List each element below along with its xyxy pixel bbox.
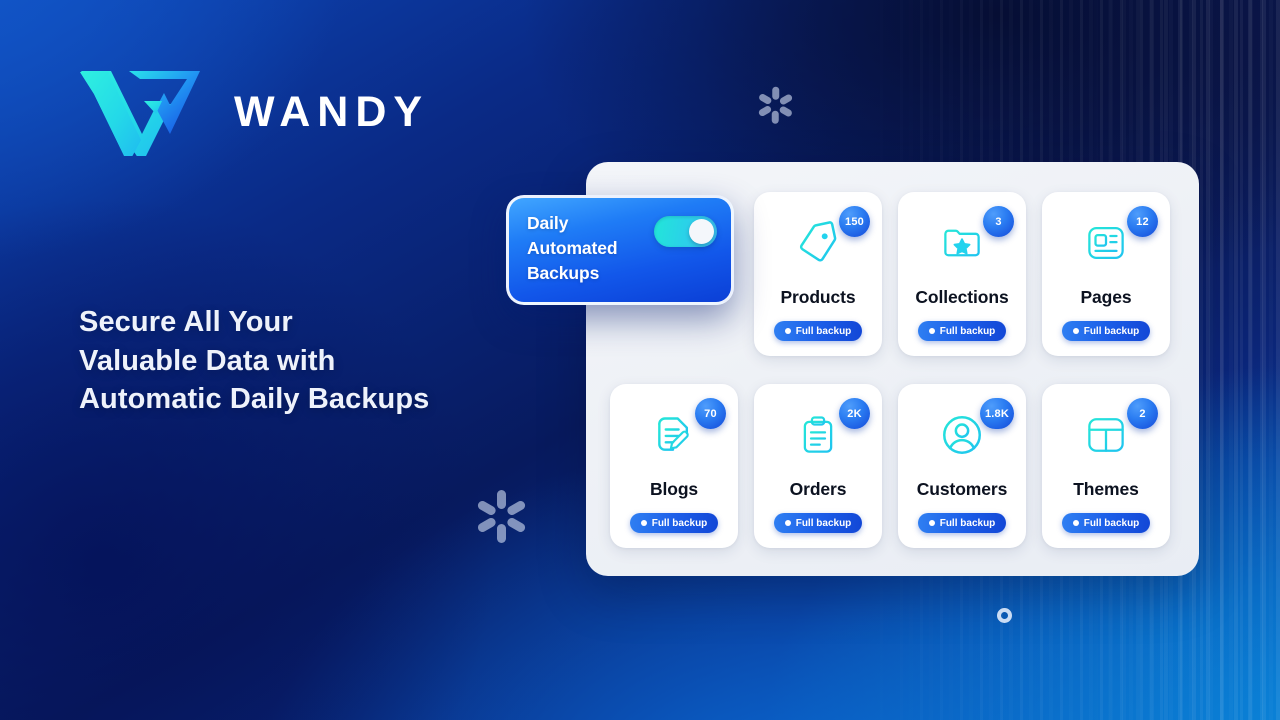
entity-card-grid-row-2: 70 Blogs Full backup 2K Orders Full backup 1.8… (610, 384, 1174, 548)
status-dot-icon (784, 328, 791, 334)
status-dot-icon (1072, 328, 1079, 334)
sparkle-ray (778, 92, 793, 106)
wandy-w-logo-icon (80, 71, 200, 156)
brand-name: WANDY (234, 87, 430, 136)
folder-star-icon (939, 222, 985, 264)
count-badge: 2K (839, 398, 870, 429)
tag-icon (795, 220, 841, 266)
sparkle-ray (757, 92, 772, 106)
status-label: Full backup (795, 325, 852, 337)
headline-line-1: Secure All Your (79, 306, 293, 338)
status-badge: Full backup (917, 321, 1007, 341)
status-badge: Full backup (1061, 513, 1151, 533)
toggle-card-label: Daily Automated Backups (527, 211, 618, 286)
card-title: Customers (916, 479, 1008, 499)
status-label: Full backup (939, 517, 996, 529)
sparkle-ray (505, 498, 527, 517)
status-dot-icon (784, 520, 791, 526)
sparkle-icon-large (470, 485, 532, 547)
card-icon-wrap: 2 (1074, 398, 1158, 466)
card-title: Orders (789, 479, 847, 499)
sparkle-ray (475, 498, 497, 517)
sparkle-ray (771, 86, 779, 100)
card-title: Blogs (649, 479, 699, 499)
toggle-label-line-3: Backups (527, 263, 600, 283)
status-dot-icon (1072, 520, 1079, 526)
status-dot-icon (928, 520, 935, 526)
toggle-knob (689, 219, 714, 244)
card-icon-wrap: 2K (786, 398, 870, 466)
card-title: Collections (915, 287, 1009, 307)
sparkle-ray (496, 489, 506, 509)
status-label: Full backup (1083, 517, 1140, 529)
card-icon-wrap: 70 (642, 398, 726, 466)
entity-card-blogs[interactable]: 70 Blogs Full backup (610, 384, 738, 548)
entity-card-collections[interactable]: 3 Collections Full backup (898, 192, 1026, 356)
clipboard-icon (797, 413, 839, 457)
toggle-label-line-1: Daily (527, 213, 569, 233)
headline-line-2: Valuable Data with (79, 344, 336, 377)
status-label: Full backup (1083, 325, 1140, 337)
sparkle-ray (475, 515, 497, 534)
count-badge: 150 (839, 206, 870, 237)
status-label: Full backup (795, 517, 852, 529)
count-badge: 70 (695, 398, 726, 429)
entity-card-products[interactable]: 150 Products Full backup (754, 192, 882, 356)
brand-logo: WANDY (78, 68, 429, 156)
entity-card-customers[interactable]: 1.8K Customers Full backup (898, 384, 1026, 548)
status-badge: Full backup (773, 321, 863, 341)
card-title: Pages (1080, 287, 1132, 307)
headline: Secure All Your Valuable Data with Autom… (79, 303, 559, 419)
count-badge: 1.8K (979, 398, 1014, 429)
status-dot-icon (928, 328, 935, 334)
toggle-label-line-2: Automated (527, 238, 618, 258)
status-label: Full backup (939, 325, 996, 337)
user-circle-icon (939, 412, 985, 458)
sparkle-ray (496, 523, 506, 543)
card-icon-wrap: 12 (1074, 206, 1158, 274)
sparkle-ray (505, 515, 527, 534)
status-badge: Full backup (917, 513, 1007, 533)
sparkle-ray (771, 110, 779, 124)
layout-grid-icon (1084, 414, 1128, 456)
entity-card-themes[interactable]: 2 Themes Full backup (1042, 384, 1170, 548)
count-badge: 12 (1127, 206, 1158, 237)
entity-card-pages[interactable]: 12 Pages Full backup (1042, 192, 1170, 356)
document-pencil-icon (651, 413, 697, 457)
status-label: Full backup (651, 517, 708, 529)
count-badge: 2 (1127, 398, 1158, 429)
sparkle-ray (757, 104, 772, 118)
card-icon-wrap: 1.8K (930, 398, 1014, 466)
headline-line-3: Automatic Daily Backups (79, 383, 430, 415)
hero-banner: WANDY Secure All Your Valuable Data with… (0, 0, 1280, 720)
count-badge: 3 (983, 206, 1014, 237)
card-title: Themes (1073, 479, 1139, 499)
status-badge: Full backup (629, 513, 719, 533)
daily-backups-toggle-switch[interactable] (654, 216, 717, 247)
sparkle-icon-small (752, 82, 798, 128)
card-title: Products (780, 287, 856, 307)
card-icon-wrap: 3 (930, 206, 1014, 274)
status-badge: Full backup (1061, 321, 1151, 341)
entity-card-grid-row-1: 150 Products Full backup 3 Collections Full b… (754, 192, 1174, 356)
sparkle-ray (778, 104, 793, 118)
card-icon-wrap: 150 (786, 206, 870, 274)
daily-automated-backups-card[interactable]: Daily Automated Backups (506, 195, 734, 305)
status-dot-icon (640, 520, 647, 526)
ring-icon (997, 608, 1012, 623)
article-layout-icon (1084, 222, 1128, 264)
entity-card-orders[interactable]: 2K Orders Full backup (754, 384, 882, 548)
status-badge: Full backup (773, 513, 863, 533)
